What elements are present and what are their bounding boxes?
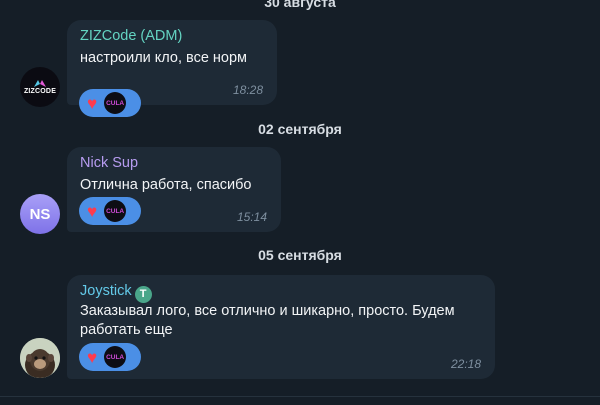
avatar[interactable]: NS [20, 194, 60, 234]
message-text: Отлична работа, спасибо [80, 177, 252, 193]
date-separator: 05 сентября [258, 247, 342, 263]
zizcode-logo-icon [34, 80, 46, 87]
avatar[interactable] [20, 338, 60, 378]
divider [0, 396, 600, 397]
message-text-line: Заказывал лого, все отлично и шикарно, п… [80, 303, 455, 319]
message-time: 22:18 [450, 357, 481, 371]
reaction-button[interactable]: ♥ CULA [79, 197, 141, 225]
reactor-avatar: CULA [104, 346, 127, 368]
message-text-line: работать еще [80, 322, 173, 338]
message-bubble[interactable]: Nick Sup Отлична работа, спасибо ♥ CULA … [67, 147, 281, 232]
heart-icon: ♥ [87, 347, 98, 367]
heart-icon: ♥ [87, 93, 98, 113]
avatar-initials: NS [29, 205, 51, 223]
reaction-button[interactable]: ♥ CULA [79, 343, 141, 371]
avatar-text: ZIZCODE [23, 88, 57, 95]
sender-name-row: Joystick T [80, 283, 152, 303]
message-time: 15:14 [236, 210, 267, 224]
message-text: настроили кло, все норм [80, 50, 248, 66]
premium-badge-icon: T [134, 285, 152, 303]
reactor-avatar: CULA [104, 200, 127, 222]
avatar[interactable]: ZIZCODE [20, 67, 60, 107]
message-text: Заказывал лого, все отлично и шикарно, п… [80, 302, 455, 340]
message-bubble[interactable]: ZIZCode (ADM) настроили кло, все норм ♥ … [67, 20, 277, 117]
reaction-button[interactable]: ♥ CULA [79, 89, 141, 117]
monkey-avatar-icon [20, 338, 60, 378]
message-bubble[interactable]: Joystick T Заказывал лого, все отлично и … [67, 275, 495, 379]
sender-name[interactable]: Nick Sup [80, 155, 138, 171]
sender-name[interactable]: ZIZCode (ADM) [80, 28, 182, 44]
heart-icon: ♥ [87, 201, 98, 221]
date-separator: 02 сентября [258, 121, 342, 137]
reactor-avatar: CULA [104, 92, 127, 114]
date-separator: 30 августа [264, 0, 336, 10]
message-time: 18:28 [232, 83, 263, 97]
sender-name[interactable]: Joystick [80, 283, 132, 299]
